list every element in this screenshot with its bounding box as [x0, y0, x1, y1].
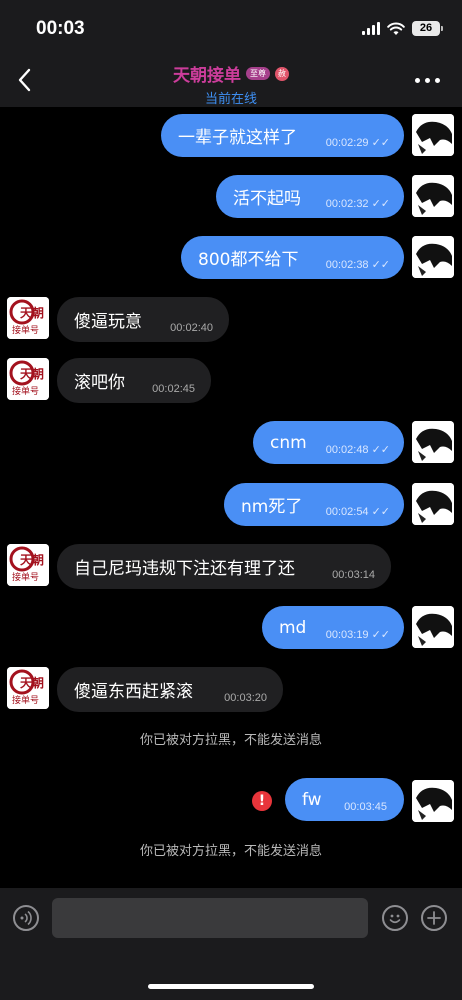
message-text: md	[279, 617, 307, 638]
svg-text:天朝: 天朝	[20, 305, 44, 320]
message-text: cnm	[270, 432, 307, 453]
wifi-icon	[387, 22, 405, 35]
message-text: 自己尼玛违规下注还有理了还	[74, 559, 295, 579]
message-time: 00:03:19 ✓✓	[325, 629, 390, 641]
chat-title: 天朝接单	[173, 66, 241, 86]
my-avatar[interactable]	[412, 606, 454, 648]
svg-text:接单号: 接单号	[12, 571, 39, 583]
message-input[interactable]	[52, 898, 368, 938]
outgoing-message[interactable]: fw 00:03:45	[285, 778, 404, 821]
home-indicator[interactable]	[148, 984, 314, 989]
online-status: 当前在线	[204, 92, 257, 107]
incoming-message[interactable]: 滚吧你 00:02:45	[57, 358, 211, 403]
message-time: 00:02:54 ✓✓	[325, 506, 390, 518]
status-time: 00:03	[36, 18, 85, 39]
svg-text:天朝: 天朝	[20, 552, 44, 567]
my-avatar[interactable]	[412, 780, 454, 822]
error-icon[interactable]: !	[252, 791, 272, 811]
outgoing-message[interactable]: md 00:03:19 ✓✓	[262, 606, 404, 649]
my-avatar[interactable]	[412, 114, 454, 156]
contact-avatar[interactable]: 天朝接单号	[7, 544, 49, 586]
system-notice: 你已被对方拉黑，不能发送消息	[139, 733, 322, 748]
message-time: 00:02:38 ✓✓	[325, 259, 390, 271]
my-avatar[interactable]	[412, 236, 454, 278]
more-dots-icon[interactable]	[415, 78, 440, 83]
incoming-message[interactable]: 傻逼东西赶紧滚 00:03:20	[57, 667, 283, 712]
message-time: 00:03:14	[332, 568, 375, 581]
outgoing-message[interactable]: 一辈子就这样了 00:02:29 ✓✓	[161, 114, 404, 157]
message-list[interactable]: 一辈子就这样了 00:02:29 ✓✓ 活不起吗 00:02:32 ✓✓ 800都不…	[0, 107, 462, 888]
status-badge: 赦	[275, 66, 289, 81]
message-time: 00:02:45	[152, 382, 195, 395]
svg-text:接单号: 接单号	[12, 385, 39, 397]
svg-text:天朝: 天朝	[20, 366, 44, 381]
voice-icon[interactable]	[13, 905, 39, 931]
message-text: nm死了	[241, 497, 303, 517]
outgoing-message[interactable]: cnm 00:02:48 ✓✓	[253, 421, 404, 464]
message-time: 00:02:32 ✓✓	[325, 198, 390, 210]
message-text: 滚吧你	[74, 373, 125, 393]
status-icons: 26	[362, 21, 443, 36]
message-time: 00:02:48 ✓✓	[325, 444, 390, 456]
message-text: 活不起吗	[233, 189, 301, 209]
svg-text:天朝: 天朝	[20, 675, 44, 690]
contact-avatar[interactable]: 天朝接单号	[7, 297, 49, 339]
outgoing-message[interactable]: 800都不给下 00:02:38 ✓✓	[181, 236, 404, 279]
chat-title-row: 天朝接单 至尊 赦	[0, 61, 462, 86]
contact-avatar[interactable]: 天朝接单号	[7, 667, 49, 709]
message-time: 00:02:29 ✓✓	[325, 137, 390, 149]
plus-icon[interactable]	[421, 905, 447, 931]
message-time: 00:03:45	[344, 800, 387, 813]
message-text: 一辈子就这样了	[178, 128, 297, 148]
chat-header: 00:03 26 天朝接单 至尊 赦 当前在线	[0, 0, 462, 107]
message-text: 傻逼玩意	[74, 312, 142, 332]
svg-text:接单号: 接单号	[12, 324, 39, 336]
message-text: fw	[302, 789, 322, 810]
incoming-message[interactable]: 傻逼玩意 00:02:40	[57, 297, 229, 342]
svg-text:接单号: 接单号	[12, 694, 39, 706]
message-time: 00:03:20	[224, 691, 267, 704]
my-avatar[interactable]	[412, 421, 454, 463]
message-text: 傻逼东西赶紧滚	[74, 682, 193, 702]
signal-icon	[362, 22, 380, 35]
system-notice: 你已被对方拉黑，不能发送消息	[139, 844, 322, 859]
outgoing-message[interactable]: 活不起吗 00:02:32 ✓✓	[216, 175, 404, 218]
my-avatar[interactable]	[412, 175, 454, 217]
incoming-message[interactable]: 自己尼玛违规下注还有理了还 00:03:14	[57, 544, 391, 589]
vip-badge: 至尊	[246, 67, 270, 80]
message-text: 800都不给下	[198, 250, 299, 270]
my-avatar[interactable]	[412, 483, 454, 525]
battery-indicator: 26	[412, 21, 443, 36]
emoji-icon[interactable]	[382, 905, 408, 931]
outgoing-message[interactable]: nm死了 00:02:54 ✓✓	[224, 483, 404, 526]
contact-avatar[interactable]: 天朝接单号	[7, 358, 49, 400]
message-time: 00:02:40	[170, 321, 213, 334]
